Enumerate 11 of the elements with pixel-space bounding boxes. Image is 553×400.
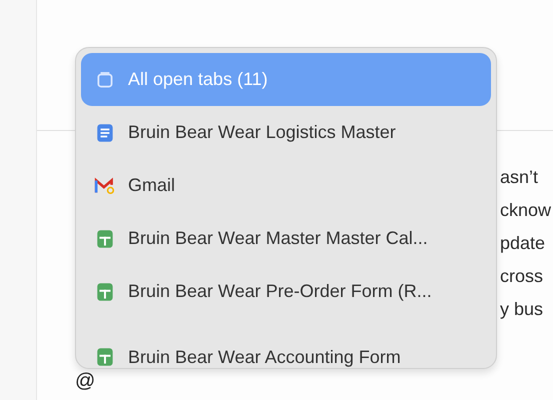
body-text: y bus bbox=[500, 298, 544, 321]
body-text: asn’t bbox=[500, 166, 538, 189]
body-text: pdate bbox=[500, 232, 546, 255]
menu-item[interactable]: Bruin Bear Wear Accounting Form bbox=[81, 318, 491, 368]
body-text: cknow bbox=[500, 199, 552, 222]
menu-item[interactable]: Bruin Bear Wear Logistics Master bbox=[81, 106, 491, 159]
menu-item[interactable]: Bruin Bear Wear Master Master Cal... bbox=[81, 212, 491, 265]
menu-item[interactable]: Gmail bbox=[81, 159, 491, 212]
editor-text[interactable]: @ bbox=[75, 370, 96, 393]
menu-item[interactable]: Bruin Bear Wear Pre-Order Form (R... bbox=[81, 265, 491, 318]
body-text: cross bbox=[500, 265, 544, 288]
